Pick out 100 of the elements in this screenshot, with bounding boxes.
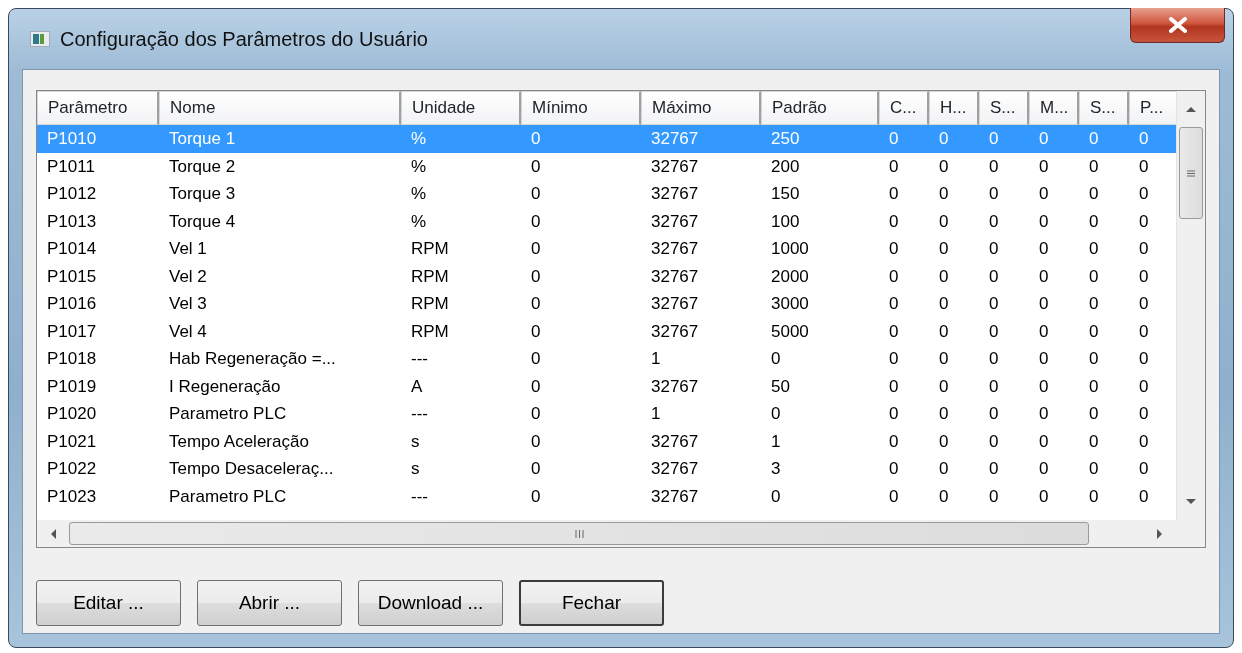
table-cell[interactable]: P1017 [37, 317, 159, 345]
table-cell[interactable]: P1022 [37, 455, 159, 483]
table-cell[interactable]: 32767 [641, 455, 761, 483]
table-cell[interactable]: 0 [929, 427, 979, 455]
table-cell[interactable]: P1018 [37, 345, 159, 373]
table-cell[interactable]: 0 [1029, 207, 1079, 235]
table-cell[interactable]: 32767 [641, 317, 761, 345]
column-header[interactable]: Nome [159, 91, 401, 125]
table-cell[interactable]: 32767 [641, 482, 761, 510]
table-cell[interactable]: P1016 [37, 290, 159, 318]
table-cell[interactable]: 0 [1129, 455, 1176, 483]
table-cell[interactable]: Tempo Desaceleraç... [159, 455, 401, 483]
table-cell[interactable]: --- [401, 345, 521, 373]
table-cell[interactable]: P1011 [37, 152, 159, 180]
table-cell[interactable]: 0 [929, 482, 979, 510]
table-cell[interactable]: P1020 [37, 400, 159, 428]
scroll-thumb[interactable] [1179, 127, 1203, 219]
table-cell[interactable]: 0 [1129, 345, 1176, 373]
table-cell[interactable]: 0 [979, 372, 1029, 400]
table-cell[interactable]: 0 [521, 235, 641, 263]
table-cell[interactable]: 0 [521, 152, 641, 180]
dialog-button[interactable]: Abrir ... [197, 580, 342, 626]
table-cell[interactable]: 0 [1029, 482, 1079, 510]
table-cell[interactable]: 0 [929, 207, 979, 235]
column-header[interactable]: Parâmetro [37, 91, 159, 125]
table-cell[interactable]: 0 [521, 317, 641, 345]
column-header[interactable]: S... [1079, 91, 1129, 125]
table-cell[interactable]: P1014 [37, 235, 159, 263]
table-cell[interactable]: 0 [521, 262, 641, 290]
table-cell[interactable]: RPM [401, 317, 521, 345]
table-cell[interactable]: % [401, 152, 521, 180]
column-header[interactable]: C... [879, 91, 929, 125]
table-cell[interactable]: 0 [1129, 317, 1176, 345]
table-cell[interactable]: 0 [979, 427, 1029, 455]
table-cell[interactable]: 0 [979, 290, 1029, 318]
table-cell[interactable]: 1 [761, 427, 879, 455]
table-cell[interactable]: 0 [1029, 455, 1079, 483]
table-cell[interactable]: P1023 [37, 482, 159, 510]
table-cell[interactable]: 0 [879, 152, 929, 180]
table-cell[interactable]: Parametro PLC [159, 482, 401, 510]
table-cell[interactable]: 0 [929, 317, 979, 345]
table-cell[interactable]: 0 [761, 482, 879, 510]
table-cell[interactable]: 0 [1129, 400, 1176, 428]
table-cell[interactable]: 0 [979, 262, 1029, 290]
table-cell[interactable]: 0 [1129, 262, 1176, 290]
table-cell[interactable]: Vel 3 [159, 290, 401, 318]
table-cell[interactable]: 0 [1079, 455, 1129, 483]
table-cell[interactable]: 0 [1079, 345, 1129, 373]
table-cell[interactable]: 0 [979, 235, 1029, 263]
table-cell[interactable]: Torque 4 [159, 207, 401, 235]
table-cell[interactable]: 0 [1079, 372, 1129, 400]
table-cell[interactable]: 3000 [761, 290, 879, 318]
table-cell[interactable]: 2000 [761, 262, 879, 290]
table-cell[interactable]: 0 [929, 262, 979, 290]
table-cell[interactable]: Parametro PLC [159, 400, 401, 428]
table-cell[interactable]: 0 [1129, 482, 1176, 510]
table-cell[interactable]: Vel 4 [159, 317, 401, 345]
table-cell[interactable]: 1 [641, 400, 761, 428]
table-cell[interactable]: 0 [929, 290, 979, 318]
table-cell[interactable]: 0 [929, 235, 979, 263]
table-cell[interactable]: 0 [879, 290, 929, 318]
dialog-button[interactable]: Fechar [519, 580, 664, 626]
table-cell[interactable]: 0 [761, 400, 879, 428]
table-cell[interactable]: 0 [879, 482, 929, 510]
table-cell[interactable]: 0 [979, 455, 1029, 483]
table-cell[interactable]: I Regeneração [159, 372, 401, 400]
column-header[interactable]: Unidade [401, 91, 521, 125]
table-cell[interactable]: 0 [1079, 290, 1129, 318]
scroll-down-icon[interactable] [1185, 498, 1197, 506]
column-header[interactable]: P... [1129, 91, 1176, 125]
table-cell[interactable]: 32767 [641, 262, 761, 290]
table-cell[interactable]: 0 [879, 180, 929, 208]
table-cell[interactable]: 0 [879, 372, 929, 400]
table-cell[interactable]: 0 [1029, 345, 1079, 373]
table-cell[interactable]: 0 [979, 345, 1029, 373]
column-header[interactable]: M... [1029, 91, 1079, 125]
table-cell[interactable]: 3 [761, 455, 879, 483]
vertical-scrollbar[interactable] [1176, 91, 1205, 520]
table-cell[interactable]: 1000 [761, 235, 879, 263]
table-cell[interactable]: 0 [879, 262, 929, 290]
table-cell[interactable]: 0 [1129, 207, 1176, 235]
table-cell[interactable]: 0 [979, 152, 1029, 180]
table-cell[interactable]: Vel 2 [159, 262, 401, 290]
table-cell[interactable]: RPM [401, 235, 521, 263]
table-cell[interactable]: 32767 [641, 207, 761, 235]
column-header[interactable]: Padrão [761, 91, 879, 125]
table-cell[interactable]: 200 [761, 152, 879, 180]
column-header[interactable]: Máximo [641, 91, 761, 125]
table-cell[interactable]: 0 [521, 180, 641, 208]
table-cell[interactable]: 0 [1029, 152, 1079, 180]
table-cell[interactable]: 0 [1029, 372, 1079, 400]
table-cell[interactable]: 0 [879, 345, 929, 373]
table-cell[interactable]: 50 [761, 372, 879, 400]
table-cell[interactable]: P1013 [37, 207, 159, 235]
table-cell[interactable]: 100 [761, 207, 879, 235]
table-cell[interactable]: 0 [979, 317, 1029, 345]
table-cell[interactable]: s [401, 427, 521, 455]
table-cell[interactable]: 0 [1079, 207, 1129, 235]
dialog-button[interactable]: Editar ... [36, 580, 181, 626]
table-cell[interactable]: P1012 [37, 180, 159, 208]
